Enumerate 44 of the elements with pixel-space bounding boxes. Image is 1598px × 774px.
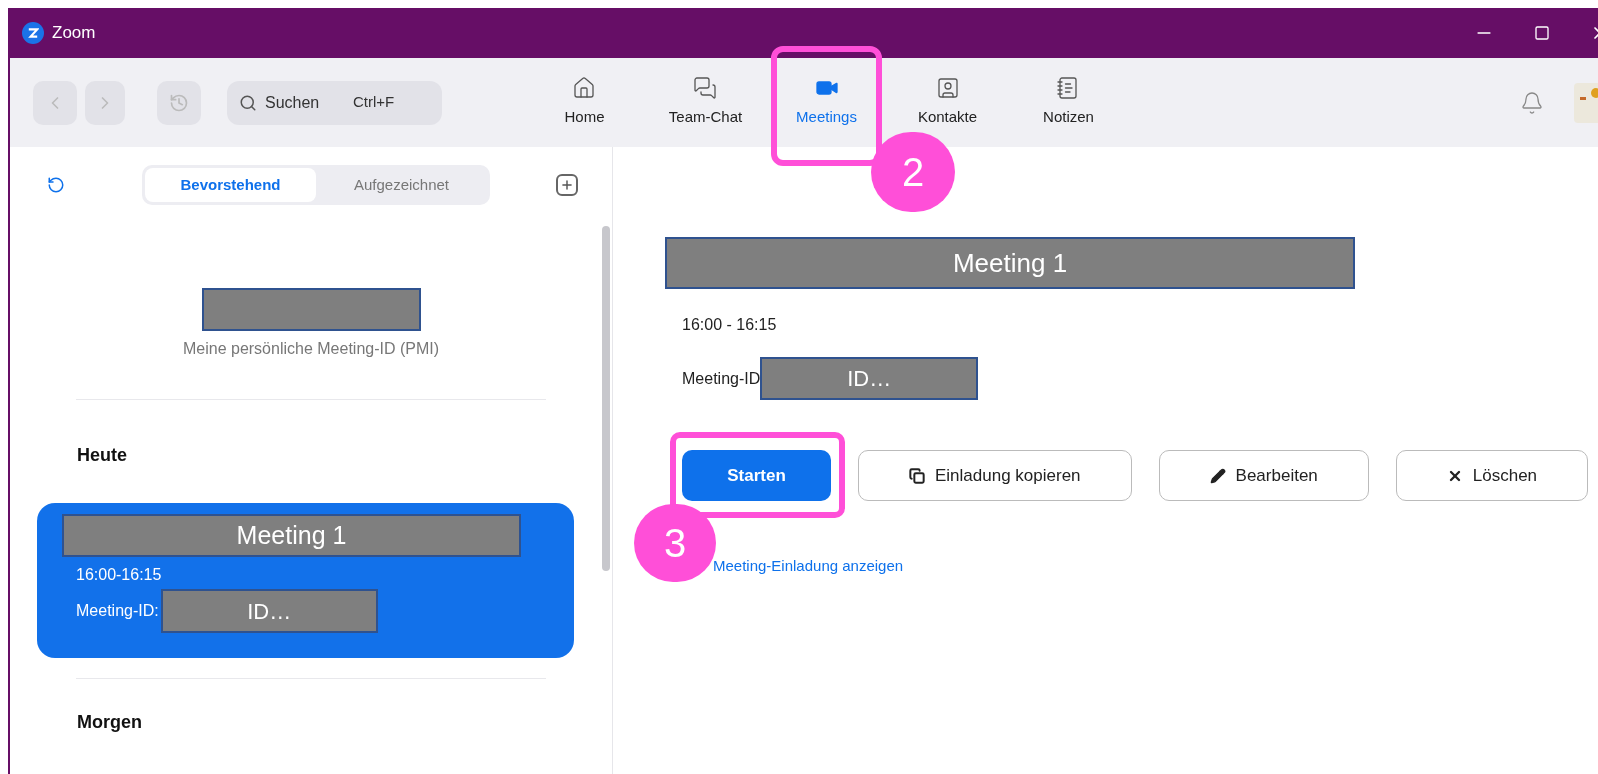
nav-tab[interactable]: Kontakte [917, 76, 978, 129]
action-button[interactable]: Einladung kopieren [858, 450, 1132, 501]
plus-icon [560, 178, 574, 192]
action-button[interactable]: Löschen [1395, 450, 1589, 501]
window-title: Zoom [52, 22, 96, 45]
add-button[interactable] [556, 174, 578, 196]
refresh-icon[interactable] [47, 176, 65, 194]
history-button[interactable] [157, 80, 201, 125]
segment-tab[interactable]: Bevorstehend [145, 168, 316, 202]
home-icon [572, 76, 597, 101]
invitation-link[interactable]: Meeting-Einladung anzeigen [713, 555, 1598, 578]
history-icon [169, 92, 189, 113]
chat-icon [693, 76, 718, 101]
meeting-time: 16:00 - 16:15 [682, 315, 778, 335]
contact-icon [935, 76, 960, 101]
nav-tab[interactable]: Meetings [796, 76, 857, 129]
nav-tab[interactable]: Team-Chat [668, 76, 743, 129]
search-field[interactable]: Suchen Ctrl+F [227, 80, 442, 125]
step-number-badge: 2 [871, 132, 955, 213]
pmi-label: Meine persönliche Meeting-ID (PMI) [182, 339, 440, 359]
redaction-box: ID… [760, 357, 979, 400]
redaction-box: ID… [160, 589, 378, 633]
nav-tab[interactable]: Home [564, 76, 605, 129]
meeting-time: 16:00-16:15 [76, 565, 163, 585]
redaction-box: Meeting 1 [62, 514, 521, 557]
shortcut-hint: Ctrl+F [353, 92, 395, 113]
maximize-icon[interactable] [1534, 25, 1550, 41]
redaction-box: Meeting 1 [665, 237, 1355, 289]
segment-tab[interactable]: Aufgezeichnet [316, 168, 487, 202]
bell-icon[interactable] [1520, 90, 1544, 115]
section-heading: Heute [77, 444, 128, 467]
search-input[interactable]: Suchen [265, 90, 345, 115]
section-heading: Morgen [77, 711, 143, 734]
meeting-card[interactable]: Meeting 1 16:00-16:15 Meeting-ID: ID… [37, 503, 574, 658]
meeting-id-label: Meeting-ID: [76, 601, 159, 621]
pencil-icon [1209, 467, 1226, 484]
scrollbar[interactable] [602, 226, 610, 571]
meeting-id-label: Meeting-ID [682, 368, 761, 389]
zoom-logo-icon [22, 22, 44, 44]
copy-icon [909, 467, 925, 484]
action-button[interactable]: Bearbeiten [1158, 450, 1369, 501]
nav-tab[interactable]: Notizen [1043, 76, 1094, 129]
search-icon [239, 93, 257, 112]
start-button[interactable]: Starten [682, 450, 831, 501]
